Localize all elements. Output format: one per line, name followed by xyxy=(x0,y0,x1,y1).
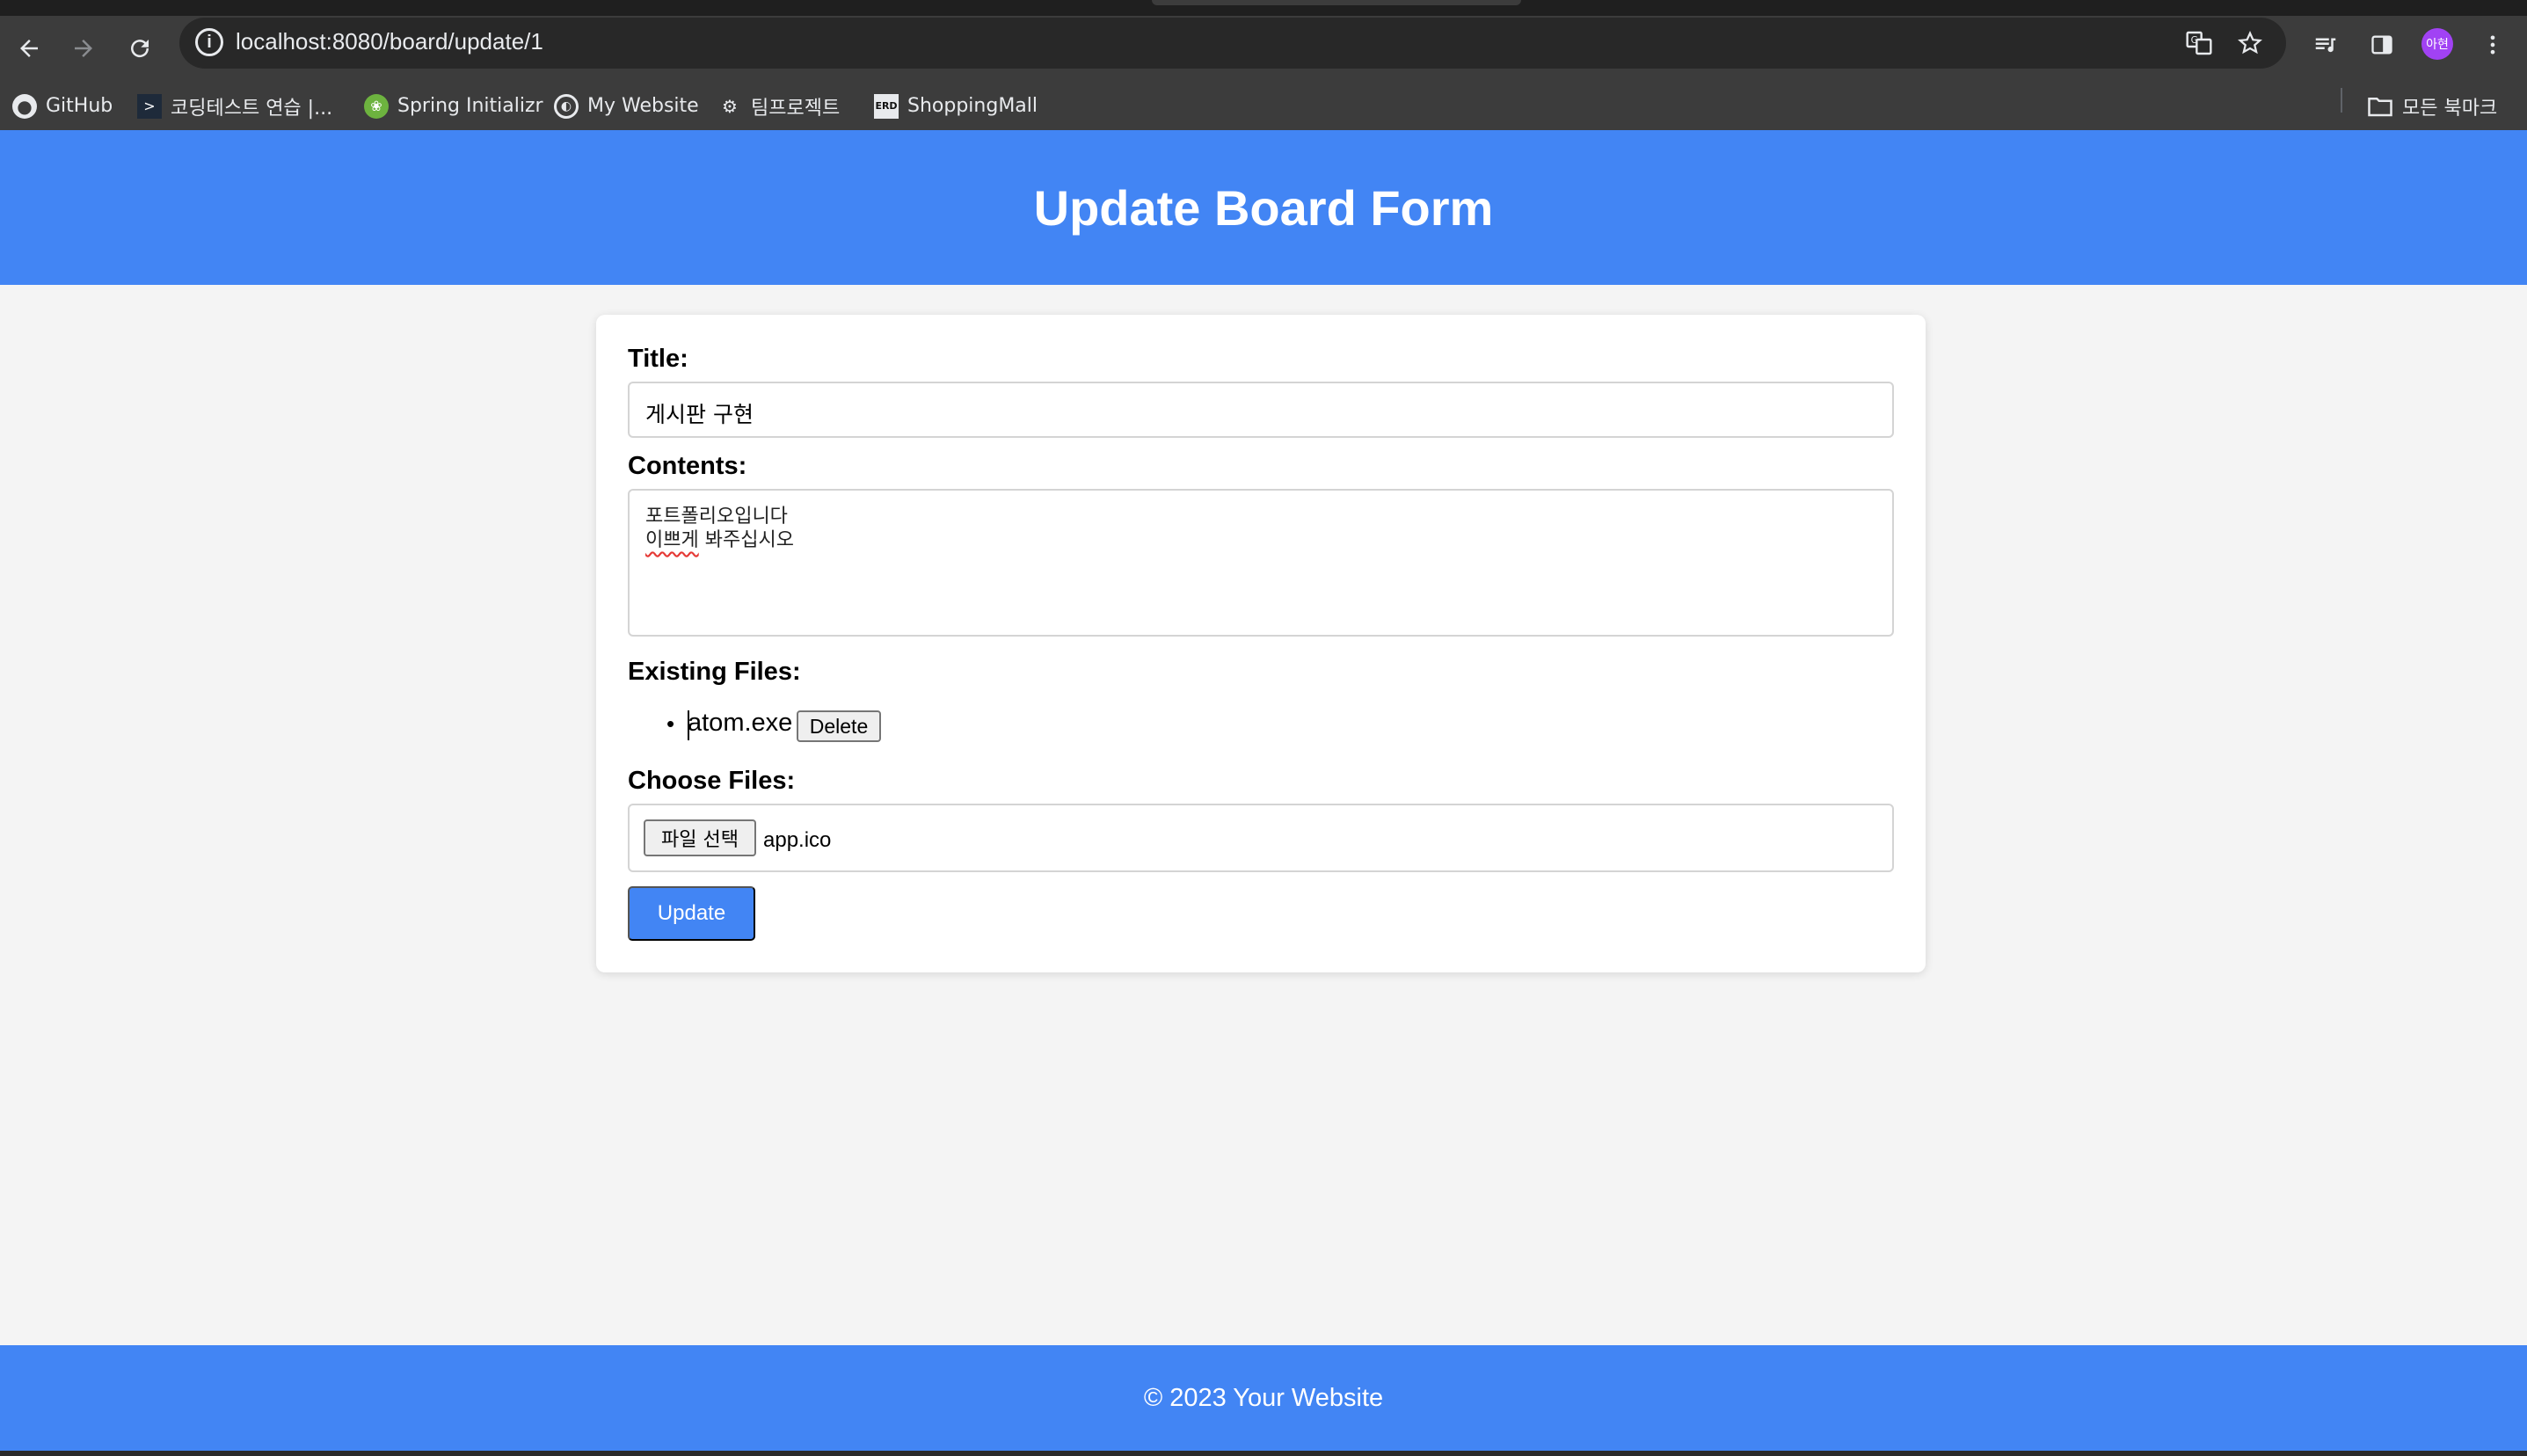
github-icon: ● xyxy=(12,93,37,119)
page-title: Update Board Form xyxy=(1033,179,1494,236)
info-icon[interactable]: i xyxy=(195,28,223,56)
translate-icon[interactable]: G xyxy=(2181,25,2217,62)
bookmarks-divider xyxy=(2341,88,2342,113)
existing-files-label: Existing Files: xyxy=(628,658,801,686)
contents-label: Contents: xyxy=(628,452,747,480)
bookmark-spring-initializr[interactable]: ❀ Spring Initializr xyxy=(364,82,543,130)
choose-file-button[interactable]: 파일 선택 xyxy=(644,819,756,856)
svg-text:G: G xyxy=(2191,34,2198,46)
bookmark-my-website[interactable]: ◐ My Website xyxy=(554,82,699,130)
menu-button[interactable] xyxy=(2472,25,2513,65)
address-bar[interactable]: i localhost:8080/board/update/1 G xyxy=(179,18,2286,69)
footer-text: © 2023 Your Website xyxy=(1143,1383,1384,1412)
programmers-icon: > xyxy=(137,93,162,119)
all-bookmarks-label: 모든 북마크 xyxy=(2402,97,2498,120)
team-icon: ⚙ xyxy=(722,95,738,117)
bookmark-team-project[interactable]: ⚙ 팀프로젝트 xyxy=(717,82,840,130)
title-input[interactable]: 게시판 구현 xyxy=(628,382,1894,438)
tab-edge xyxy=(1152,0,1521,5)
title-value[interactable]: 게시판 구현 xyxy=(645,397,754,429)
url-text[interactable]: localhost:8080/board/update/1 xyxy=(236,28,543,55)
spring-icon: ❀ xyxy=(364,93,389,119)
misspelled-word: 이쁘게 xyxy=(645,529,699,551)
bookmark-label: 코딩테스트 연습 |... xyxy=(171,97,333,120)
window-bottom-edge xyxy=(0,1451,2527,1456)
delete-file-button[interactable]: Delete xyxy=(797,710,881,742)
forward-button[interactable] xyxy=(63,28,104,69)
update-button[interactable]: Update xyxy=(628,886,755,941)
star-icon[interactable] xyxy=(2232,25,2268,62)
globe-icon: ◐ xyxy=(554,93,579,119)
arrow-right-icon xyxy=(75,40,92,57)
bookmark-label: My Website xyxy=(587,95,699,117)
folder-icon xyxy=(2368,97,2392,116)
back-button[interactable] xyxy=(9,28,49,69)
contents-line-1: 포트폴리오입니다 xyxy=(645,506,788,528)
bookmark-label: 팀프로젝트 xyxy=(751,97,841,120)
bookmark-github[interactable]: ● GitHub xyxy=(12,82,113,130)
media-control-button[interactable] xyxy=(2305,25,2346,65)
bookmarks-bar: ● GitHub > 코딩테스트 연습 |... ❀ Spring Initia… xyxy=(0,82,2527,130)
bookmark-shoppingmall[interactable]: ERD ShoppingMall xyxy=(874,82,1038,130)
tab-strip xyxy=(0,0,2527,16)
kebab-menu-icon xyxy=(2490,35,2495,55)
contents-textarea[interactable]: 포트폴리오입니다 이쁘게 봐주십시오 xyxy=(628,489,1894,637)
chosen-file-name: app.ico xyxy=(763,828,832,852)
bookmark-label: GitHub xyxy=(46,95,113,117)
reload-button[interactable] xyxy=(120,28,160,69)
side-panel-button[interactable] xyxy=(2362,25,2402,65)
contents-value[interactable]: 포트폴리오입니다 이쁘게 봐주십시오 xyxy=(645,505,794,552)
arrow-left-icon xyxy=(20,40,38,57)
bookmark-coding-test[interactable]: > 코딩테스트 연습 |... xyxy=(137,82,332,130)
reload-icon xyxy=(131,40,149,58)
media-control-icon xyxy=(2315,38,2336,53)
text-caret xyxy=(688,710,689,740)
bookmark-label: ShoppingMall xyxy=(907,95,1038,117)
title-label: Title: xyxy=(628,345,688,373)
side-panel-icon xyxy=(2371,35,2392,55)
all-bookmarks[interactable]: 모든 북마크 xyxy=(2367,82,2497,130)
list-bullet: • xyxy=(666,710,675,737)
choose-files-label: Choose Files: xyxy=(628,767,796,795)
contents-line-2: 봐주십시오 xyxy=(698,529,794,551)
file-input[interactable]: 파일 선택 app.ico xyxy=(628,804,1894,872)
existing-file-name: atom.exe xyxy=(688,709,793,737)
update-board-form: Title: 게시판 구현 Contents: 포트폴리오입니다 이쁘게 봐주십… xyxy=(596,315,1926,972)
bookmark-label: Spring Initializr xyxy=(397,95,543,117)
browser-toolbar: i localhost:8080/board/update/1 G 아현 xyxy=(0,16,2527,82)
page-footer: © 2023 Your Website xyxy=(0,1345,2527,1451)
erd-icon: ERD xyxy=(874,93,899,119)
avatar[interactable]: 아현 xyxy=(2421,28,2453,60)
page-header: Update Board Form xyxy=(0,130,2527,285)
